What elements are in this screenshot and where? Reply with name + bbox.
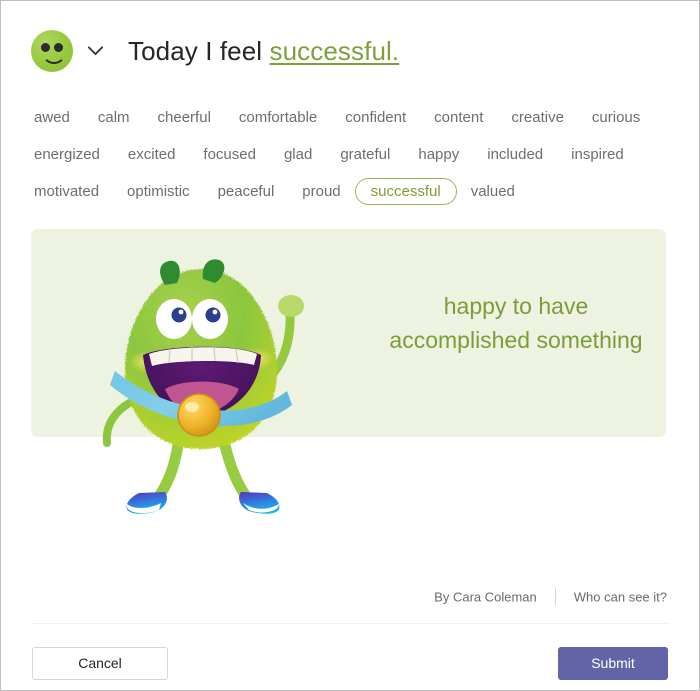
chevron-down-icon[interactable] bbox=[82, 38, 108, 64]
mood-word-cheerful[interactable]: cheerful bbox=[144, 104, 225, 131]
mood-word-grateful[interactable]: grateful bbox=[326, 141, 404, 168]
meta-divider bbox=[554, 588, 556, 606]
mood-word-calm[interactable]: calm bbox=[84, 104, 144, 131]
mood-word-energized[interactable]: energized bbox=[30, 141, 114, 168]
mood-word-list: awed calm cheerful comfortable confident… bbox=[30, 99, 680, 210]
mood-caption-line2: accomplished something bbox=[389, 327, 643, 353]
shoe-right bbox=[239, 492, 280, 514]
mood-word-confident[interactable]: confident bbox=[331, 104, 420, 131]
mood-word-row: energized excited focused glad grateful … bbox=[30, 136, 680, 173]
mood-word-excited[interactable]: excited bbox=[114, 141, 190, 168]
mood-word-happy[interactable]: happy bbox=[404, 141, 473, 168]
mood-word-comfortable[interactable]: comfortable bbox=[225, 104, 331, 131]
mood-word-peaceful[interactable]: peaceful bbox=[204, 178, 289, 205]
mood-word-content[interactable]: content bbox=[420, 104, 497, 131]
action-bar-divider bbox=[31, 623, 669, 624]
title-prefix: Today I feel bbox=[128, 35, 270, 66]
mood-caption: happy to have accomplished something bbox=[371, 289, 661, 357]
cancel-button[interactable]: Cancel bbox=[32, 646, 168, 680]
footer-meta: By Cara Coleman Who can see it? bbox=[434, 588, 667, 606]
mood-word-row: awed calm cheerful comfortable confident… bbox=[30, 99, 680, 136]
mood-word-valued[interactable]: valued bbox=[457, 178, 529, 205]
author-label: By Cara Coleman bbox=[434, 589, 537, 605]
mood-word-row: motivated optimistic peaceful proud succ… bbox=[30, 173, 680, 210]
praise-mood-dialog: Today I feel successful. awed calm cheer… bbox=[0, 0, 700, 691]
smiley-mouth bbox=[42, 49, 66, 64]
mood-word-optimistic[interactable]: optimistic bbox=[113, 178, 204, 205]
mood-word-focused[interactable]: focused bbox=[189, 141, 270, 168]
action-bar: Cancel Submit bbox=[1, 646, 699, 680]
submit-button[interactable]: Submit bbox=[558, 646, 668, 680]
mood-word-successful-selected[interactable]: successful bbox=[354, 178, 457, 205]
who-can-see-it-link[interactable]: Who can see it? bbox=[574, 590, 667, 605]
mood-word-curious[interactable]: curious bbox=[578, 104, 654, 131]
green-furry-monster-illustration bbox=[91, 249, 341, 514]
mood-word-proud[interactable]: proud bbox=[288, 178, 354, 205]
selected-mood-word[interactable]: successful. bbox=[270, 36, 400, 66]
mood-word-motivated[interactable]: motivated bbox=[30, 178, 113, 205]
mood-word-glad[interactable]: glad bbox=[270, 141, 326, 168]
mood-word-included[interactable]: included bbox=[473, 141, 557, 168]
mood-word-creative[interactable]: creative bbox=[497, 104, 578, 131]
page-title: Today I feel successful. bbox=[128, 36, 399, 67]
shoe-left bbox=[126, 492, 167, 514]
mood-word-awed[interactable]: awed bbox=[30, 104, 84, 131]
mood-caption-line1: happy to have bbox=[443, 293, 589, 319]
dialog-header: Today I feel successful. bbox=[31, 27, 399, 75]
mood-word-inspired[interactable]: inspired bbox=[557, 141, 638, 168]
smiley-face-green-icon[interactable] bbox=[31, 30, 73, 72]
